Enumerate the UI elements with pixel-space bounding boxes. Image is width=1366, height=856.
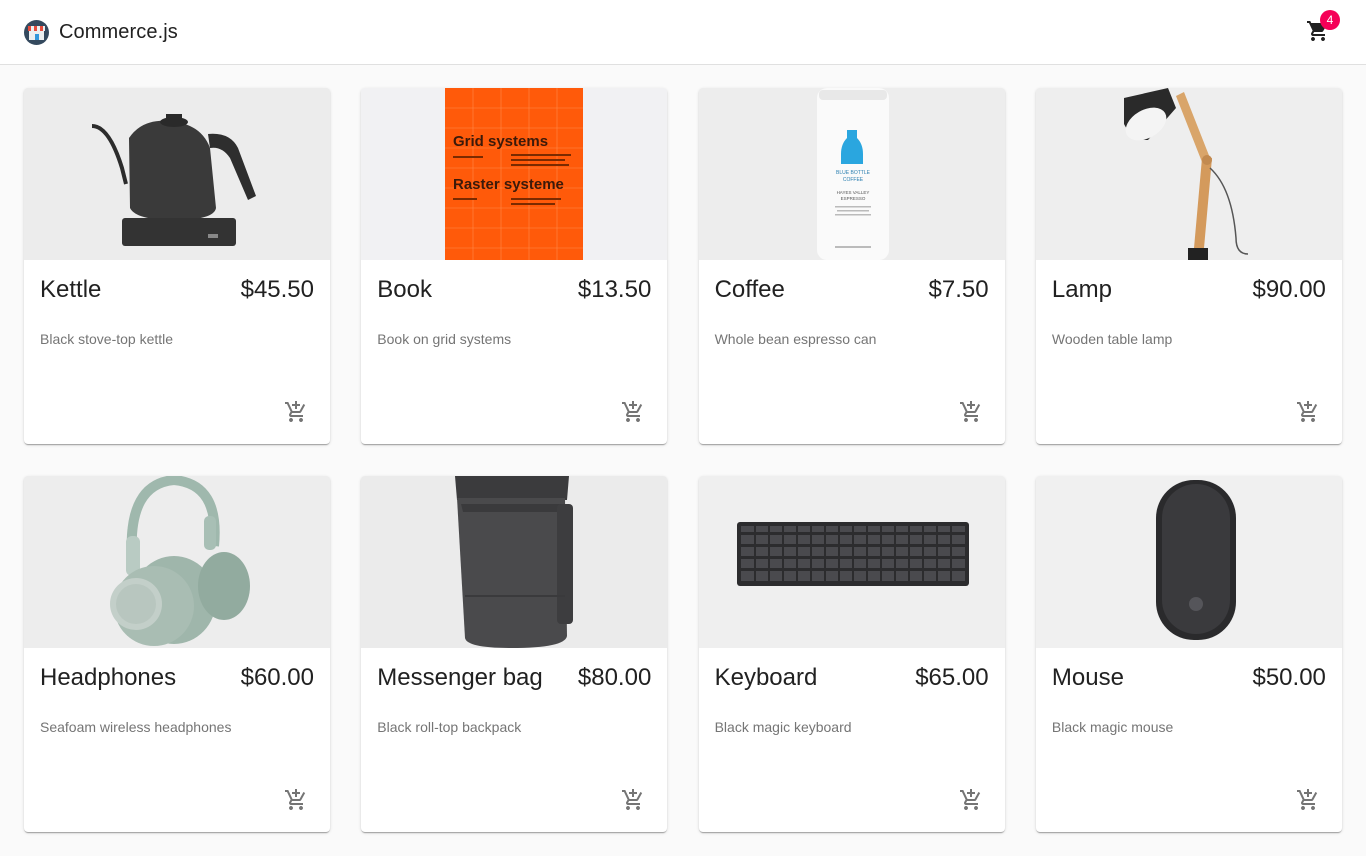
product-card-headphones: Headphones $60.00 Seafoam wireless headp… [24,476,330,832]
product-image-book: Grid systems Raster systeme [361,88,668,260]
store-logo-icon [24,19,49,45]
add-to-cart-button[interactable] [953,394,989,430]
product-name: Mouse [1051,664,1124,691]
product-image-kettle [24,88,330,260]
product-image-headphones [24,476,330,648]
coffee-label-brand: BLUE BOTTLE [836,170,871,176]
product-name: Kettle [40,276,102,303]
product-price: $7.50 [928,276,989,303]
product-name: Book [377,276,432,303]
product-card-coffee: BLUE BOTTLE COFFEE HAYES VALLEY ESPRESSO… [698,88,1005,444]
product-image-messenger-bag [361,476,668,648]
add-to-cart-button[interactable] [615,782,651,818]
product-name: Keyboard [714,664,818,691]
product-price: $45.50 [240,276,314,303]
coffee-label-type: ESPRESSO [840,196,865,201]
product-image-mouse [1035,476,1342,648]
add-to-cart-button[interactable] [278,394,314,430]
product-card-book: Grid systems Raster systeme Book $13.50 … [361,88,668,444]
add-to-cart-button[interactable] [1290,782,1326,818]
product-card-mouse: Mouse $50.00 Black magic mouse [1035,476,1342,832]
add-shopping-cart-icon [622,401,643,422]
product-description: Black magic keyboard [714,719,852,735]
product-name: Headphones [40,664,177,691]
product-description: Black stove-top kettle [40,331,174,347]
coffee-label-origin: HAYES VALLEY [836,190,869,195]
book-cover-subtitle: Raster systeme [453,176,564,193]
add-shopping-cart-icon [285,401,306,422]
product-price: $50.00 [1252,664,1326,691]
app-bar: Commerce.js 4 [0,0,1366,65]
add-shopping-cart-icon [1296,789,1318,810]
product-description: Black magic mouse [1051,719,1174,735]
product-card-keyboard: Keyboard $65.00 Black magic keyboard [698,476,1005,832]
add-to-cart-button[interactable] [1290,394,1326,430]
product-description: Wooden table lamp [1051,331,1173,347]
product-price: $90.00 [1252,276,1326,303]
add-shopping-cart-icon [959,401,980,422]
product-price: $65.00 [915,664,989,691]
product-card-kettle: Kettle $45.50 Black stove-top kettle [24,88,330,444]
product-name: Lamp [1051,276,1112,303]
brand-name: Commerce.js [59,20,178,43]
add-to-cart-button[interactable] [615,394,651,430]
brand[interactable]: Commerce.js [24,19,178,45]
cart-button[interactable]: 4 [1300,10,1340,49]
product-description: Whole bean espresso can [714,331,877,347]
coffee-label-brand-2: COFFEE [842,177,863,183]
product-card-messenger-bag: Messenger bag $80.00 Black roll-top back… [361,476,668,832]
book-cover-title: Grid systems [453,133,548,150]
add-shopping-cart-icon [959,789,980,810]
add-shopping-cart-icon [622,789,643,810]
product-image-coffee: BLUE BOTTLE COFFEE HAYES VALLEY ESPRESSO [698,88,1005,260]
product-description: Black roll-top backpack [377,719,522,735]
product-name: Coffee [714,276,785,303]
add-to-cart-button[interactable] [953,782,989,818]
add-shopping-cart-icon [285,789,306,810]
product-grid: Kettle $45.50 Black stove-top kettle Gri… [24,88,1342,832]
product-description: Book on grid systems [377,331,512,347]
product-price: $80.00 [577,664,652,691]
add-shopping-cart-icon [1296,401,1318,422]
product-card-lamp: Lamp $90.00 Wooden table lamp [1035,88,1342,444]
product-price: $13.50 [577,276,652,303]
cart-count-badge: 4 [1320,10,1340,30]
product-description: Seafoam wireless headphones [40,719,232,735]
add-to-cart-button[interactable] [278,782,314,818]
product-image-keyboard [698,476,1005,648]
product-image-lamp [1035,88,1342,260]
product-price: $60.00 [240,664,314,691]
product-name: Messenger bag [377,664,543,691]
